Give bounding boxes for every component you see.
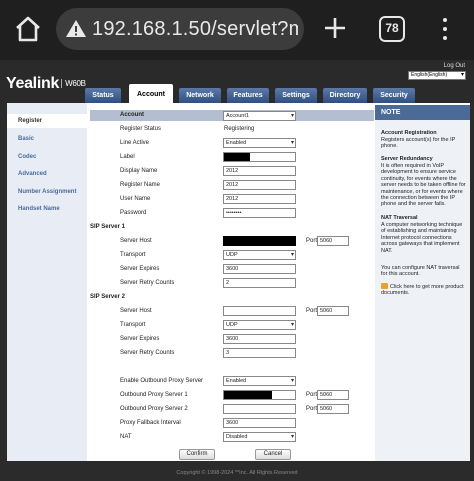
proxy2-label: Outbound Proxy Server 2 [120,406,188,412]
tab-security[interactable]: Security [373,88,415,103]
note-heading-nat: NAT Traversal [381,215,418,221]
footer-copyright: Copyright © 1998-2024 **Inc. All Rights … [176,470,298,476]
sip1-expires-field[interactable]: 3600 [223,264,296,274]
nat-label: NAT [120,434,132,440]
note-text-nat: A computer networking technique of estab… [381,222,463,254]
proxy1-field[interactable] [223,390,296,400]
sidebar-item-handset-name[interactable]: Handset Name [18,206,60,212]
sip2-transport-select[interactable]: UDP [223,320,296,330]
warning-icon[interactable] [64,17,88,41]
sip1-transport-label: Transport [120,252,146,258]
proxy2-port-label: Port [306,406,318,412]
url-text[interactable]: 192.168.1.50/servlet?m= [92,18,298,41]
tab-features[interactable]: Features [227,88,269,103]
page-header: YealinkW60B Log Out English(English) Sta… [0,60,474,103]
sidebar-item-basic[interactable]: Basic [18,136,34,142]
tab-status[interactable]: Status [85,88,121,103]
sip-server-2-heading: SIP Server 2 [90,294,125,300]
display-name-label: Display Name [120,168,158,174]
sip1-server-host-label: Server Host [120,238,152,244]
account-label: Account [120,112,144,118]
note-text-nat-config: You can configure NAT traversal for this… [381,265,460,278]
nat-select[interactable]: Disabled [223,432,296,442]
sip2-retry-label: Server Retry Counts [120,350,175,356]
proxy2-port-field[interactable]: 5060 [317,404,349,414]
yealink-logo: Yealink W60B [6,75,86,92]
web-page: YealinkW60B Log Out English(English) Sta… [0,60,474,481]
note-text-registration: Registers account(s) for the IP phone. [381,137,456,150]
proxy1-label: Outbound Proxy Server 1 [120,392,188,398]
note-title: NOTE [375,105,470,120]
display-name-field[interactable]: 2012 [223,166,296,176]
outbound-enable-label: Enable Outbound Proxy Server [120,378,204,384]
documents-link[interactable]: Click here to get more product documents… [381,283,467,297]
sidebar-item-register[interactable]: Register [7,114,87,128]
password-label: Password [120,210,147,216]
tab-account[interactable]: Account [129,84,173,103]
confirm-button[interactable]: Confirm [179,449,215,460]
sip2-port-field[interactable]: 5060 [317,306,349,316]
sidebar-item-advanced[interactable]: Advanced [18,171,47,177]
sidebar-item-codec[interactable]: Codec [18,154,36,160]
register-form: Account Account1 Register Status Registe… [87,103,374,461]
sip1-server-host-field[interactable] [223,236,296,246]
sip2-server-host-label: Server Host [120,308,152,314]
browser-toolbar: 192.168.1.50/servlet?m= 78 [0,0,474,60]
sip2-expires-label: Server Expires [120,336,160,342]
proxy1-port-label: Port [306,392,318,398]
note-heading-registration: Account Registration [381,130,437,136]
line-active-label: Line Active [120,140,150,146]
logout-link[interactable]: Log Out [444,63,465,69]
proxy2-field[interactable] [223,404,296,414]
main-content: Register Basic Codec Advanced Number Ass… [7,103,470,461]
sip2-retry-field[interactable]: 3 [223,348,296,358]
cancel-button[interactable]: Cancel [255,449,291,460]
note-panel: NOTE Account Registration Registers acco… [375,105,470,461]
register-status-label: Register Status [120,126,162,132]
fallback-label: Proxy Fallback Interval [120,420,181,426]
sip1-transport-select[interactable]: UDP [223,250,296,260]
sip2-port-label: Port [306,308,318,314]
sip1-retry-label: Server Retry Counts [120,280,175,286]
sip2-server-host-field[interactable] [223,306,296,316]
proxy1-port-field[interactable]: 5060 [317,390,349,400]
user-name-label: User Name [120,196,151,202]
sidebar: Register Basic Codec Advanced Number Ass… [7,103,87,461]
address-bar[interactable]: 192.168.1.50/servlet?m= [56,8,304,50]
register-status-value: Registering [224,126,255,132]
account-select[interactable]: Account1 [223,111,296,121]
line-active-select[interactable]: Enabled [223,138,296,148]
fallback-field[interactable]: 3600 [223,418,296,428]
sidebar-item-number-assignment[interactable]: Number Assignment [18,189,76,195]
sip2-expires-field[interactable]: 3600 [223,334,296,344]
register-name-label: Register Name [120,182,161,188]
label-field[interactable] [223,152,296,162]
tab-switcher-button[interactable]: 78 [379,16,405,42]
sip-server-1-heading: SIP Server 1 [90,224,125,230]
tab-network[interactable]: Network [179,88,221,103]
sip1-port-label: Port [306,238,318,244]
register-name-field[interactable]: 2012 [223,180,296,190]
password-field[interactable]: •••••••• [223,208,296,218]
sip1-expires-label: Server Expires [120,266,160,272]
outbound-enable-select[interactable]: Enabled [223,376,296,386]
tab-settings[interactable]: Settings [275,88,317,103]
more-menu-icon[interactable] [440,16,450,42]
new-tab-icon[interactable] [322,15,348,41]
sip2-transport-label: Transport [120,322,146,328]
tab-directory[interactable]: Directory [323,88,367,103]
user-name-field[interactable]: 2012 [223,194,296,204]
language-select[interactable]: English(English) [408,71,466,80]
folder-icon [381,283,388,289]
home-icon[interactable] [13,14,43,44]
sip1-port-field[interactable]: 5060 [317,236,349,246]
note-heading-redundancy: Server Redundancy [381,156,433,162]
label-label: Label [120,154,135,160]
sip1-retry-field[interactable]: 2 [223,278,296,288]
note-text-redundancy: It is often required in VoIP development… [381,163,466,208]
